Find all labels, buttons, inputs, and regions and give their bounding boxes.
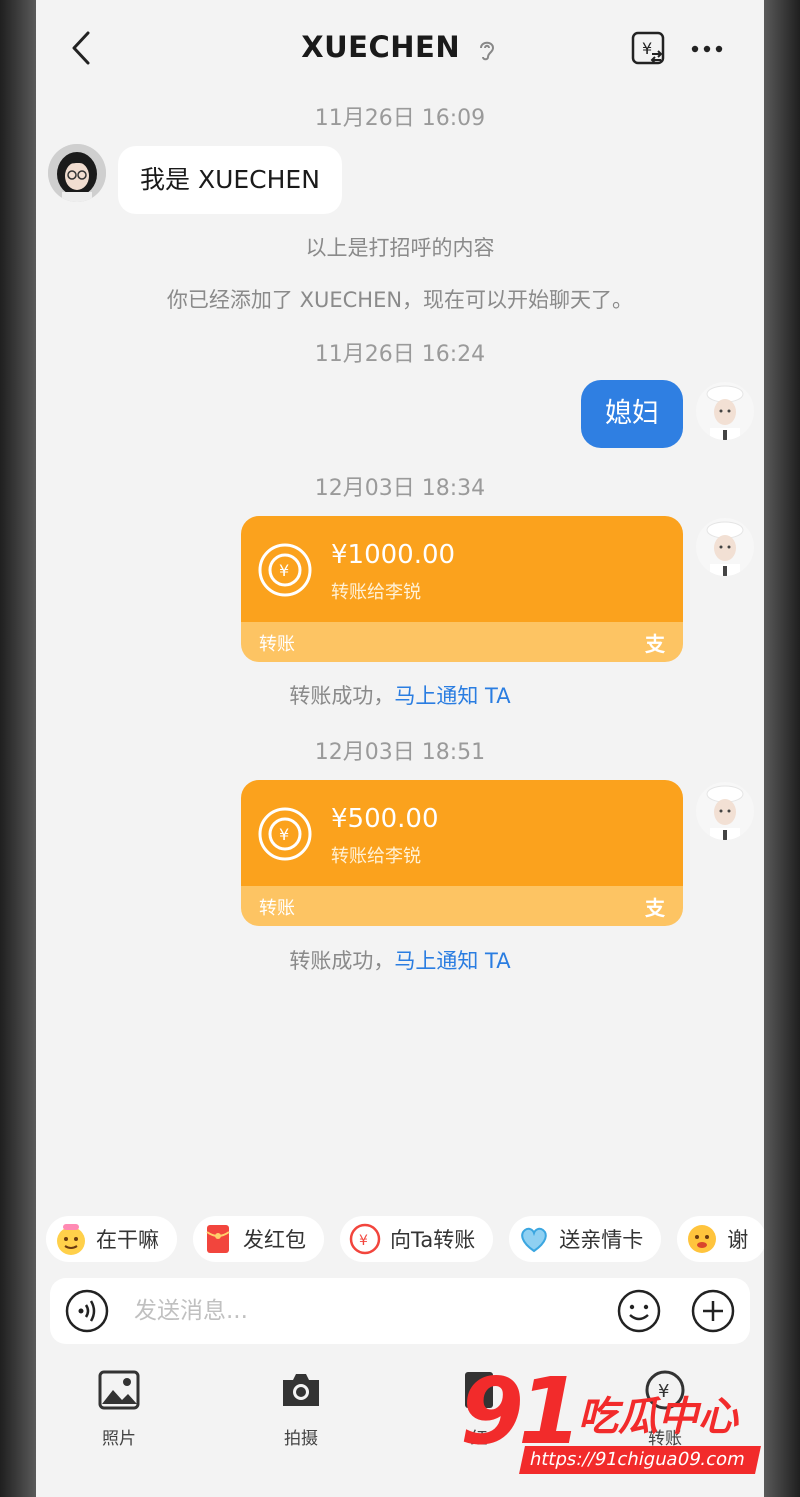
camera-icon xyxy=(283,1374,319,1406)
transfer-status: 转账成功，马上通知 TA xyxy=(36,680,764,710)
transfer-status-text: 转账成功， xyxy=(289,684,395,708)
transfer-recipient: 转账给李锐 xyxy=(331,846,421,867)
my-avatar[interactable] xyxy=(696,518,754,576)
transfer-label: 转账 xyxy=(259,898,295,919)
my-avatar[interactable] xyxy=(696,782,754,840)
emoji-face-icon xyxy=(688,1225,717,1253)
family-card-icon xyxy=(521,1227,548,1253)
tool-camera[interactable]: 拍摄 xyxy=(256,1368,346,1449)
svg-text:¥: ¥ xyxy=(279,825,289,844)
quick-actions-bar: 在干嘛 发红包 ¥ 向Ta转账 送亲情卡 谢 xyxy=(46,1216,764,1264)
timestamp: 12月03日 18:51 xyxy=(314,740,486,765)
quick-action-whatsup[interactable]: 在干嘛 xyxy=(46,1216,177,1262)
quick-action-family-card[interactable]: 送亲情卡 xyxy=(509,1216,662,1262)
notify-link[interactable]: 马上通知 TA xyxy=(394,949,510,973)
emoji-icon[interactable] xyxy=(616,1288,662,1334)
quick-action-label: 在干嘛 xyxy=(96,1228,159,1252)
transfer-recipient: 转账给李锐 xyxy=(331,582,421,603)
quick-action-label: 谢 xyxy=(727,1228,749,1252)
svg-text:¥: ¥ xyxy=(642,39,652,58)
incoming-message[interactable]: 我是 XUECHEN xyxy=(118,146,342,214)
transfer-coin-icon: ¥ xyxy=(258,807,312,861)
transfer-card-footer xyxy=(241,886,683,926)
watermark-url: https://91chigua09.com xyxy=(519,1446,761,1474)
alipay-logo-icon: 支 xyxy=(645,896,665,920)
alipay-logo-icon: 支 xyxy=(645,632,665,656)
user-portrait-icon xyxy=(696,782,754,840)
transfer-coin-icon: ¥ xyxy=(258,543,312,597)
voice-icon[interactable] xyxy=(64,1288,110,1334)
transfer-amount: ¥500.00 xyxy=(331,804,439,834)
quick-action-transfer[interactable]: ¥ 向Ta转账 xyxy=(340,1216,494,1262)
notify-link[interactable]: 马上通知 TA xyxy=(394,684,510,708)
timestamp: 11月26日 16:24 xyxy=(314,342,486,367)
red-envelope-icon xyxy=(206,1225,230,1253)
watermark-brand: 吃瓜中心 xyxy=(578,1394,738,1440)
hearing-icon xyxy=(479,41,494,61)
user-portrait-icon xyxy=(696,382,754,440)
system-notice: 你已经添加了 XUECHEN，现在可以开始聊天了。 xyxy=(166,288,634,312)
system-notice: 以上是打招呼的内容 xyxy=(305,236,495,260)
quick-action-label: 发红包 xyxy=(243,1228,306,1252)
outgoing-message[interactable]: 媳妇 xyxy=(581,380,683,448)
quick-action-label: 送亲情卡 xyxy=(559,1228,644,1252)
more-icon[interactable] xyxy=(688,30,726,68)
transfer-amount: ¥1000.00 xyxy=(331,540,456,570)
currency-exchange-icon[interactable]: ¥ xyxy=(630,30,668,68)
timestamp: 11月26日 16:09 xyxy=(314,106,486,131)
woman-portrait-icon xyxy=(48,144,106,202)
emoji-face-icon xyxy=(57,1224,85,1255)
tool-label: 拍摄 xyxy=(284,1429,318,1449)
tool-label: 照片 xyxy=(102,1429,136,1449)
my-avatar[interactable] xyxy=(696,382,754,440)
timestamp: 12月03日 18:34 xyxy=(314,476,486,501)
chat-screen: XUECHEN ¥ 11月26日 16:09 我是 XUECHEN 以上是打招呼… xyxy=(36,0,764,1497)
user-portrait-icon xyxy=(696,518,754,576)
message-input[interactable] xyxy=(134,1290,594,1332)
home-indicator xyxy=(36,1488,764,1492)
svg-text:¥: ¥ xyxy=(359,1233,368,1249)
chat-header: XUECHEN ¥ xyxy=(36,0,764,100)
contact-avatar[interactable] xyxy=(48,144,106,202)
transfer-card-footer xyxy=(241,622,683,662)
plus-icon[interactable] xyxy=(690,1288,736,1334)
photo-icon xyxy=(98,1370,140,1410)
transfer-label: 转账 xyxy=(259,634,295,655)
watermark-logo: 91 吃瓜中心 https://91chigua09.com xyxy=(460,1358,780,1482)
quick-action-thanks[interactable]: 谢 xyxy=(677,1216,764,1262)
transfer-card[interactable]: ¥ ¥1000.00 转账给李锐 转账 支 xyxy=(241,516,683,662)
transfer-card[interactable]: ¥ ¥500.00 转账给李锐 转账 支 xyxy=(241,780,683,926)
tool-photo[interactable]: 照片 xyxy=(74,1368,164,1449)
svg-text:¥: ¥ xyxy=(279,561,289,580)
transfer-status: 转账成功，马上通知 TA xyxy=(36,945,764,975)
quick-action-red-envelope[interactable]: 发红包 xyxy=(193,1216,324,1262)
contact-name: XUECHEN xyxy=(301,30,461,64)
quick-action-label: 向Ta转账 xyxy=(390,1228,476,1252)
screen-edge-left xyxy=(0,0,36,1497)
transfer-icon: ¥ xyxy=(349,1223,381,1255)
transfer-status-text: 转账成功， xyxy=(289,949,395,973)
screen-edge-right xyxy=(764,0,800,1497)
message-input-bar xyxy=(50,1278,750,1344)
